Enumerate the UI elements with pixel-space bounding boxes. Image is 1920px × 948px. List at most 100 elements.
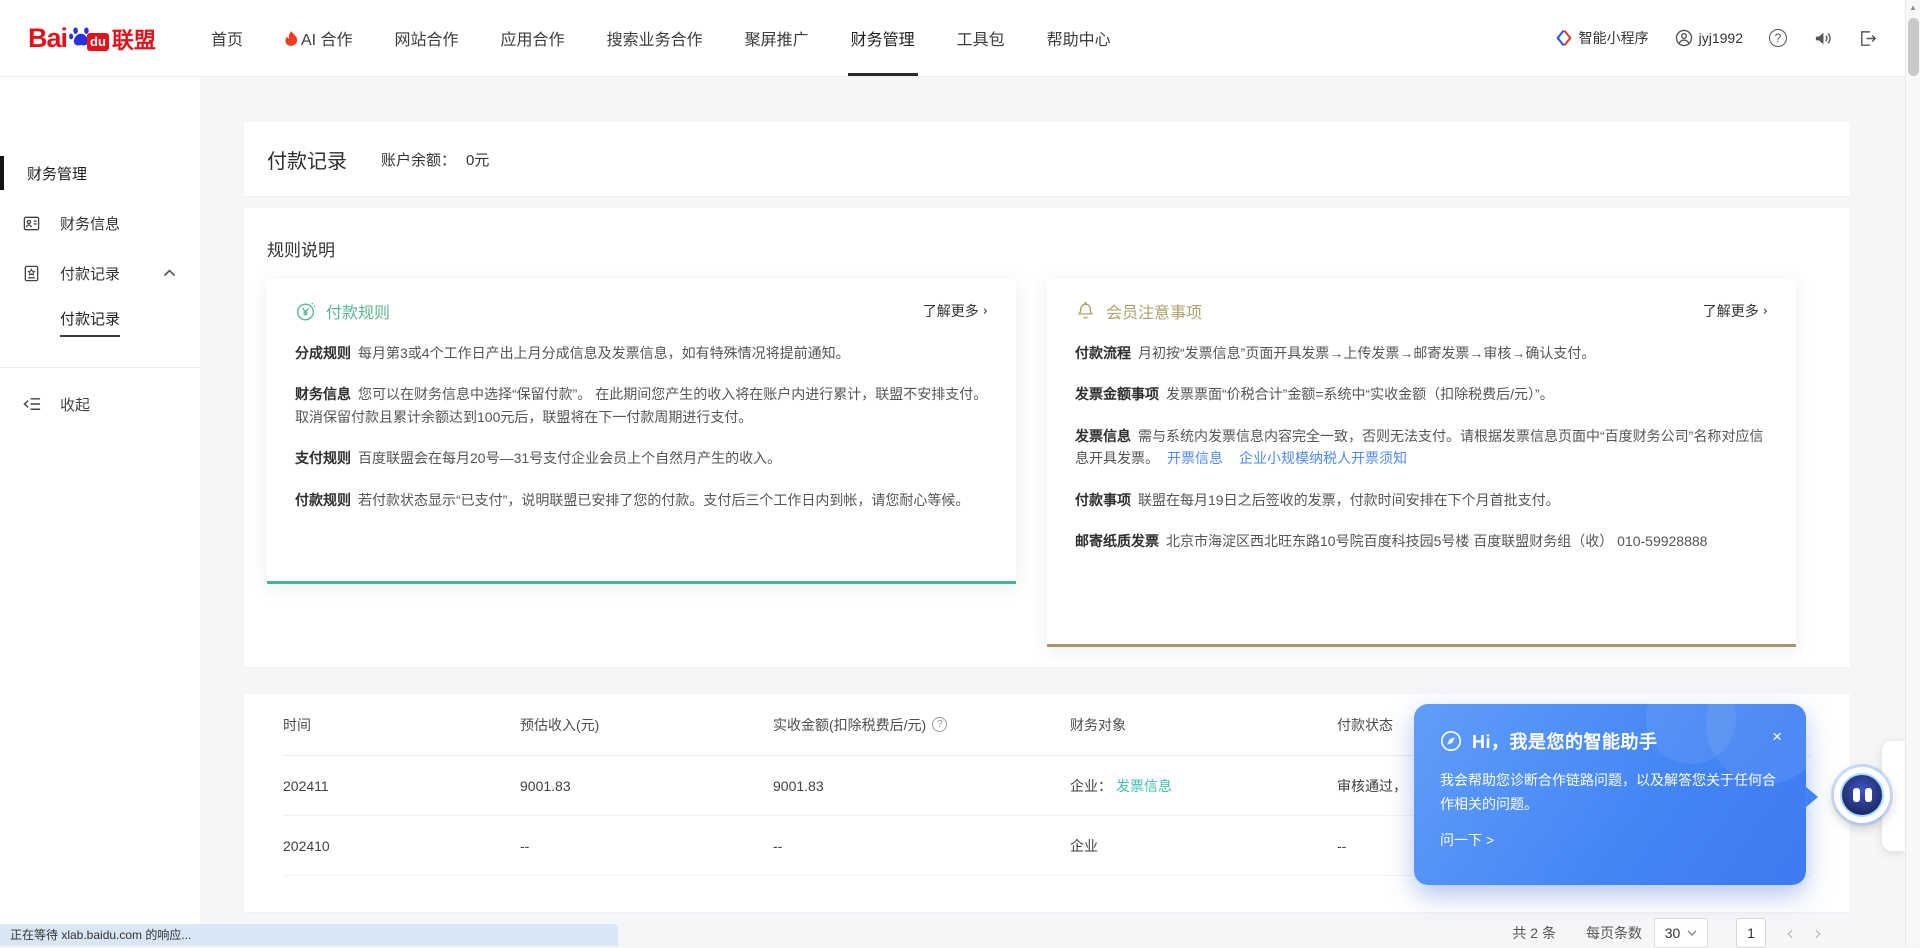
nav-item[interactable]: AI 合作 <box>264 0 374 76</box>
close-icon[interactable]: × <box>1772 728 1782 745</box>
page-number[interactable]: 1 <box>1736 918 1766 948</box>
nav-item-label: 财务管理 <box>851 26 915 50</box>
rule-item-label: 财务信息 <box>295 386 351 402</box>
invoice-info-link[interactable]: 开票信息 <box>1167 450 1223 466</box>
rule-item: 分成规则每月第3或4个工作日产出上月分成信息及发票信息，如有特殊情况将提前通知。 <box>295 342 988 364</box>
sidebar-section-label: 财务管理 <box>27 163 87 184</box>
sound-icon[interactable] <box>1813 29 1832 48</box>
user-avatar-icon <box>1675 29 1693 47</box>
mini-program-link[interactable]: 智能小程序 <box>1555 28 1649 48</box>
sidebar-collapse-button[interactable]: 收起 <box>0 384 200 424</box>
nav-item[interactable]: 搜索业务合作 <box>586 0 724 76</box>
prev-page-button[interactable]: ‹ <box>1786 923 1794 943</box>
nav-item[interactable]: 帮助中心 <box>1026 0 1132 76</box>
logo-text-du: du <box>87 33 109 51</box>
member-notes-title: 会员注意事项 <box>1106 299 1202 323</box>
rule-item: 付款流程月初按“发票信息”页面开具发票→上传发票→邮寄发票→审核→确认支付。 <box>1075 342 1768 364</box>
sidebar-item-label: 付款记录 <box>60 263 120 284</box>
compass-icon <box>1440 730 1462 752</box>
bell-icon <box>1075 301 1096 322</box>
payment-rules-body: 分成规则每月第3或4个工作日产出上月分成信息及发票信息，如有特殊情况将提前通知。… <box>295 342 988 511</box>
logo-text-union: 联盟 <box>112 30 156 52</box>
sidebar: 财务管理 财务信息 付款记录 付款记录 <box>0 77 200 946</box>
user-menu[interactable]: jyj1992 <box>1675 29 1743 47</box>
help-icon[interactable]: ? <box>1769 29 1787 47</box>
logout-icon[interactable] <box>1858 29 1877 48</box>
sidebar-item-payment-records[interactable]: 付款记录 <box>0 253 200 293</box>
column-header-finance-target: 财务对象 <box>1070 715 1337 735</box>
nav-item-label: 网站合作 <box>395 26 459 50</box>
assistant-robot-button[interactable] <box>1834 767 1890 823</box>
payment-rules-title: 付款规则 <box>326 299 390 323</box>
page-size-value: 30 <box>1665 925 1681 941</box>
column-help-icon[interactable]: ? <box>932 717 947 732</box>
chevron-right-icon: › <box>983 304 988 319</box>
main-nav: 首页 AI 合作 网站合作 应用合作 搜索业务合作 聚屏推广 <box>190 0 1132 76</box>
member-notes-body: 付款流程月初按“发票信息”页面开具发票→上传发票→邮寄发票→审核→确认支付。发票… <box>1075 342 1768 552</box>
assistant-popup: Hi，我是您的智能助手 × 我会帮助您诊断合作链路问题，以及解答您关于任何合作相… <box>1414 704 1806 885</box>
sidebar-item-label: 财务信息 <box>60 213 120 234</box>
rule-item: 发票金额事项发票票面“价税合计”金额=系统中“实收金额（扣除税费后/元）”。 <box>1075 383 1768 405</box>
nav-item-label: 首页 <box>211 26 243 50</box>
nav-item-label: AI 合作 <box>301 26 353 50</box>
cell-actual-amount: -- <box>773 838 1070 854</box>
nav-item[interactable]: 网站合作 <box>374 0 480 76</box>
username: jyj1992 <box>1699 30 1743 46</box>
column-header-estimated-income: 预估收入(元) <box>520 715 773 735</box>
baidu-union-logo[interactable]: Bai du 联盟 <box>28 24 156 52</box>
page-size-select[interactable]: 30 <box>1654 918 1708 948</box>
cell-time: 202411 <box>283 778 520 794</box>
nav-item-label: 搜索业务合作 <box>607 26 703 50</box>
topbar-right: 智能小程序 jyj1992 ? <box>1555 28 1877 48</box>
rule-item-label: 发票信息 <box>1075 428 1131 444</box>
mini-program-icon <box>1555 29 1573 47</box>
learn-more-link[interactable]: 了解更多 › <box>923 301 988 321</box>
learn-more-link[interactable]: 了解更多 › <box>1703 301 1768 321</box>
rules-section-title: 规则说明 <box>267 236 1827 261</box>
sidebar-divider <box>0 367 200 368</box>
nav-item[interactable]: 应用合作 <box>480 0 586 76</box>
scrollbar-thumb[interactable] <box>1908 18 1919 76</box>
vertical-scrollbar[interactable]: ▲ <box>1905 0 1920 946</box>
rule-item-label: 邮寄纸质发票 <box>1075 533 1159 549</box>
invoice-info-link[interactable]: 发票信息 <box>1116 778 1172 794</box>
ask-now-link[interactable]: 问一下 > <box>1440 830 1494 850</box>
sidebar-subitem-payment-records[interactable]: 付款记录 <box>0 304 200 340</box>
rule-item: 付款事项联盟在每月19日之后签收的发票，付款时间安排在下个月首批支付。 <box>1075 489 1768 511</box>
rule-item: 邮寄纸质发票北京市海淀区西北旺东路10号院百度科技园5号楼 百度联盟财务组（收）… <box>1075 530 1768 552</box>
nav-item[interactable]: 聚屏推广 <box>724 0 830 76</box>
member-notes-card: 会员注意事项 了解更多 › 付款流程月初按“发票信息”页面开具发票→上传发票→邮… <box>1047 279 1796 647</box>
rule-item-label: 付款事项 <box>1075 492 1131 508</box>
cell-finance-target: 企业：发票信息 <box>1070 776 1337 796</box>
nav-item[interactable]: 工具包 <box>936 0 1026 76</box>
rule-item: 财务信息您可以在财务信息中选择“保留付款”。 在此期间您产生的收入将在账户内进行… <box>295 383 988 428</box>
rule-item-label: 分成规则 <box>295 345 351 361</box>
mini-program-label: 智能小程序 <box>1579 28 1649 48</box>
chevron-right-icon: › <box>1763 304 1768 319</box>
main-content: 付款记录 账户余额： 0元 规则说明 付款规则 <box>200 77 1905 946</box>
chevron-up-icon <box>163 269 176 277</box>
status-text: 正在等待 xlab.baidu.com 的响应... <box>10 928 191 942</box>
sidebar-item-finance-info[interactable]: 财务信息 <box>0 203 200 243</box>
nav-item-label: 聚屏推广 <box>745 26 809 50</box>
account-balance: 账户余额： 0元 <box>381 149 489 170</box>
browser-status-bar: 正在等待 xlab.baidu.com 的响应... <box>0 924 618 946</box>
robot-face-icon <box>1840 773 1884 817</box>
rule-item: 付款规则若付款状态显示“已支付”，说明联盟已安排了您的付款。支付后三个工作日内到… <box>295 489 988 511</box>
sidebar-section-finance-management[interactable]: 财务管理 <box>0 153 200 193</box>
nav-item[interactable]: 财务管理 <box>830 0 936 76</box>
nav-item[interactable]: 首页 <box>190 0 264 76</box>
pagination: 共 2 条 每页条数 30 1 ‹ › <box>1512 918 1822 948</box>
invoice-info-link[interactable]: 企业小规模纳税人开票须知 <box>1239 450 1407 466</box>
cell-time: 202410 <box>283 838 520 854</box>
page-title: 付款记录 <box>267 145 347 174</box>
logo-text-bai: Bai <box>28 25 67 52</box>
cell-estimated-income: -- <box>520 838 773 854</box>
rule-item-label: 付款流程 <box>1075 345 1131 361</box>
top-navigation-bar: Bai du 联盟 首页 AI 合作 网站合作 <box>0 0 1905 77</box>
scroll-up-arrow[interactable]: ▲ <box>1906 0 1920 15</box>
collapse-label: 收起 <box>60 394 90 415</box>
assistant-title: Hi，我是您的智能助手 <box>1472 728 1658 754</box>
next-page-button[interactable]: › <box>1814 923 1822 943</box>
cell-finance-target: 企业 <box>1070 836 1337 856</box>
